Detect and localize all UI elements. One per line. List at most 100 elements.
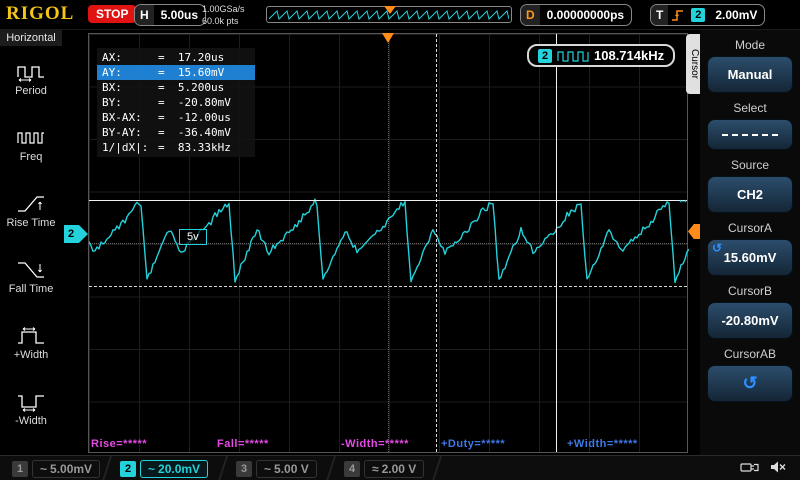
right-menu-panel: Mode Manual Select Source CH2 CursorA ↺ … <box>700 30 800 480</box>
select-button[interactable] <box>707 119 793 150</box>
mode-label: Mode <box>734 38 766 52</box>
sidebar-item-label: +Width <box>13 348 49 361</box>
sidebar-item-plus-width[interactable]: +Width <box>0 310 62 376</box>
channel-3-scale-box: ~ 5.00 V <box>256 459 317 478</box>
trigger-source-badge: 2 <box>691 8 706 22</box>
channel-4-scale: 2.00 V <box>381 461 417 476</box>
cursor-readout-label: BX: <box>102 81 122 94</box>
cursor-a-button[interactable]: ↺ 15.60mV <box>707 239 793 276</box>
cursor-readout-label: AX: <box>102 51 122 64</box>
cursor-readout-value: = -36.40mV <box>158 126 231 139</box>
cursor-b-value: -20.80mV <box>721 313 779 328</box>
cursor-b-label: CursorB <box>727 284 772 298</box>
sidebar-item-fall-time[interactable]: Fall Time <box>0 244 62 310</box>
horizontal-scale-group[interactable]: H 5.00us <box>134 4 207 26</box>
sidebar-item-freq[interactable]: Freq <box>0 112 62 178</box>
coupling-icon: ~ <box>264 461 272 476</box>
cursor-readout-row: BX: = 5.200us <box>97 80 255 95</box>
cursor-ab-button[interactable]: ↺ <box>707 365 793 402</box>
trigger-label: T <box>651 5 669 25</box>
sidebar-item-rise-time[interactable]: Rise Time <box>0 178 62 244</box>
rotate-knob-icon: ↺ <box>712 241 723 255</box>
sidebar-item-period[interactable]: Period <box>0 46 62 112</box>
channel-4-scale-box: ≈ 2.00 V <box>364 459 425 478</box>
channel-4-status[interactable]: 4 ≈ 2.00 V <box>344 459 425 478</box>
cursor-readout-value: = 83.33kHz <box>158 141 231 154</box>
measure-plus-width: +Width=***** <box>567 438 638 450</box>
channel-1-scale: 5.00mV <box>50 461 93 476</box>
cursor-readout-value: = -12.00us <box>158 111 231 124</box>
cursor-b-hline[interactable] <box>89 286 687 287</box>
left-sidebar-title: Horizontal <box>0 30 62 46</box>
cursor-readout-row: 1/|dX|: = 83.33kHz <box>97 140 255 155</box>
level-popup-label: 5v <box>179 229 207 245</box>
freq-counter-channel-badge: 2 <box>538 48 552 63</box>
sidebar-item-label: Rise Time <box>6 216 56 229</box>
cursor-readout-row: AX: = 17.20us <box>97 50 255 65</box>
channel-divider <box>431 456 443 480</box>
cursor-b-vline[interactable] <box>436 34 437 452</box>
system-status-icons <box>740 460 786 474</box>
delay-label: D <box>521 5 540 25</box>
cursor-readout-value: = 5.200us <box>158 81 225 94</box>
cursor-ab-label: CursorAB <box>723 347 776 361</box>
sidebar-item-minus-width[interactable]: -Width <box>0 376 62 442</box>
pulse-train-icon <box>557 50 589 62</box>
trigger-slope-icon <box>672 10 684 21</box>
cursor-b-button[interactable]: -20.80mV <box>707 302 793 339</box>
left-measure-sidebar: Horizontal Period Freq Rise Time Fall Ti… <box>0 30 62 455</box>
cursor-a-value: 15.60mV <box>723 250 777 265</box>
measure-rise: Rise=***** <box>91 438 148 450</box>
usb-icon <box>740 463 759 472</box>
channel2-ground-marker[interactable]: 2 <box>64 225 88 243</box>
cursor-readout-label: BX-AX: <box>102 111 142 124</box>
rise-time-icon <box>18 195 44 212</box>
cursor-readout-label: BY: <box>102 96 122 109</box>
cursor-readout-value: = -20.80mV <box>158 96 231 109</box>
channel-2-status[interactable]: 2 ~ 20.0mV <box>120 459 209 478</box>
source-button[interactable]: CH2 <box>707 176 793 213</box>
channel-divider <box>101 456 113 480</box>
cursor-a-handle-icon[interactable]: ↔ <box>677 192 689 206</box>
cursor-readout-label: 1/|dX|: <box>102 141 149 154</box>
top-status-bar: RIGOL STOP H 5.00us 1.00GSa/s 60.0k pts … <box>0 0 800 30</box>
waveform-preview-strip[interactable] <box>266 6 512 23</box>
channel-1-scale-box: ~ 5.00mV <box>32 459 101 478</box>
minus-width-icon <box>18 394 44 412</box>
cursor-a-hline[interactable] <box>89 200 687 201</box>
measure-minus-width: -Width=***** <box>341 438 409 450</box>
trigger-group[interactable]: T 2 2.00mV <box>650 4 766 26</box>
channel-2-badge: 2 <box>120 460 136 477</box>
freq-counter-value: 108.714kHz <box>594 48 665 63</box>
select-label: Select <box>733 101 767 115</box>
channel-3-status[interactable]: 3 ~ 5.00 V <box>236 459 317 478</box>
channel-status-bar: 1 ~ 5.00mV 2 ~ 20.0mV 3 ~ 5.00 V 4 ≈ 2.0… <box>0 455 800 480</box>
channel-1-status[interactable]: 1 ~ 5.00mV <box>12 459 101 478</box>
channel-1-badge: 1 <box>12 460 28 477</box>
period-icon <box>17 65 44 82</box>
cursor-readout-label: AY: <box>102 66 122 79</box>
mode-button[interactable]: Manual <box>707 56 793 93</box>
cursor-readout-value: = 15.60mV <box>158 66 225 79</box>
delay-group[interactable]: D 0.00000000ps <box>520 4 633 26</box>
memory-depth: 60.0k pts <box>202 16 239 26</box>
channel-4-badge: 4 <box>344 460 360 477</box>
cursor-a-vline[interactable] <box>556 34 557 452</box>
sidebar-item-label: -Width <box>15 414 47 427</box>
coupling-icon: ~ <box>148 461 156 476</box>
run-stop-button[interactable]: STOP <box>88 5 137 23</box>
cursor-readout-label: BY-AY: <box>102 126 142 139</box>
channel-3-scale: 5.00 V <box>274 461 309 476</box>
coupling-icon: ~ <box>40 461 48 476</box>
acquisition-info: 1.00GSa/s 60.0k pts <box>202 3 245 27</box>
measure-fall: Fall=***** <box>217 438 269 450</box>
delay-value: 0.00000000ps <box>546 8 625 22</box>
cursor-a-label: CursorA <box>727 221 772 235</box>
sidebar-item-label: Freq <box>19 150 43 163</box>
cursor-readout-panel: AX: = 17.20us AY: = 15.60mV BX: = 5.200u… <box>97 48 255 157</box>
source-label: Source <box>730 158 770 172</box>
oscilloscope-screen: RIGOL STOP H 5.00us 1.00GSa/s 60.0k pts … <box>0 0 800 480</box>
sample-rate: 1.00GSa/s <box>202 4 245 14</box>
plus-width-icon <box>18 326 44 344</box>
cursor-menu-tab[interactable]: Cursor <box>686 34 700 94</box>
